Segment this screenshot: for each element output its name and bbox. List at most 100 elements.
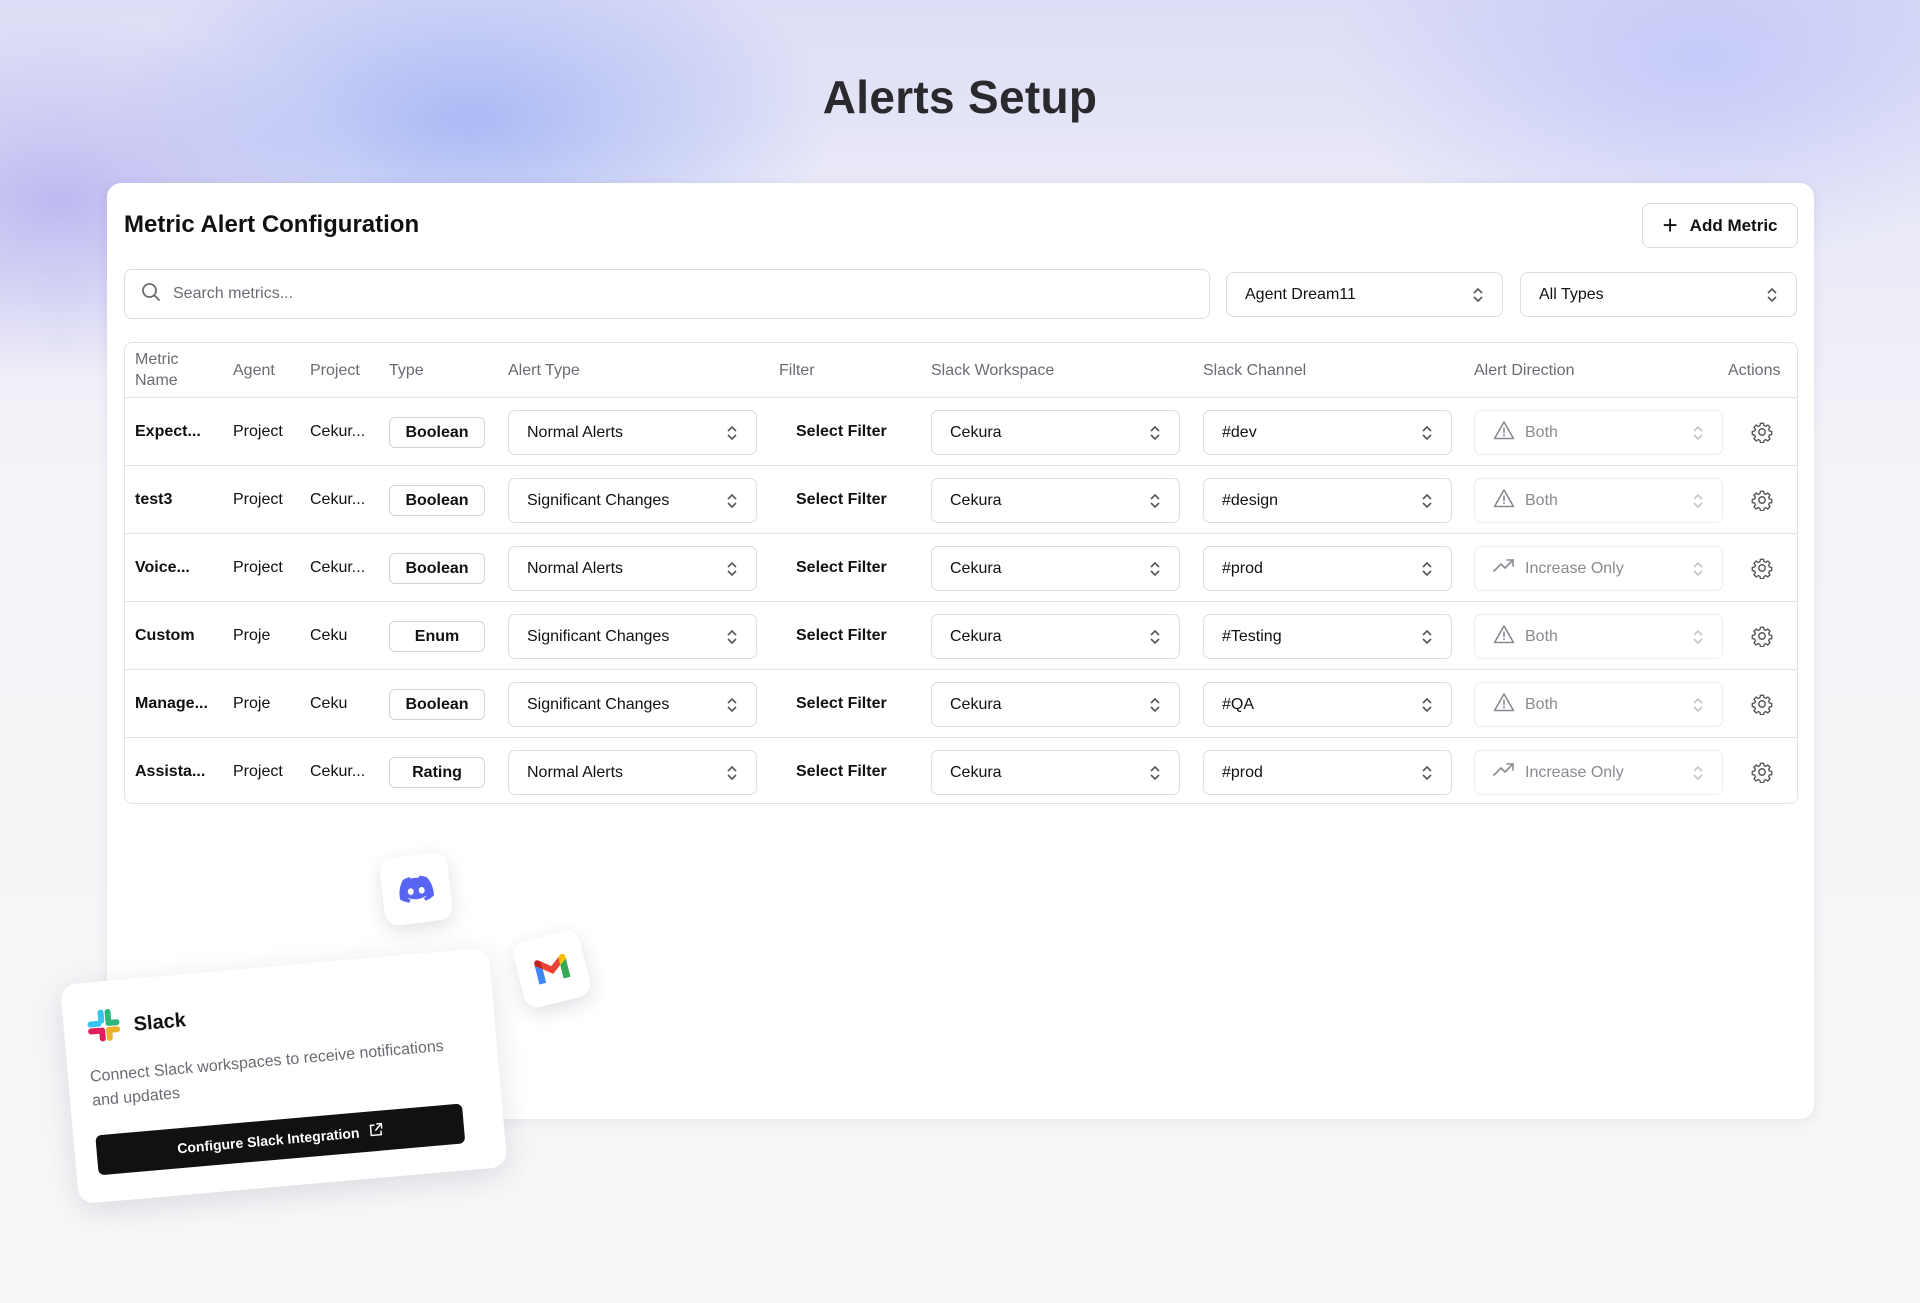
workspace-value: Cekura <box>950 423 1002 441</box>
table-row: test3 Project Cekur... Boolean Significa… <box>125 466 1797 534</box>
alert-direction-select[interactable]: Increase Only <box>1474 750 1723 795</box>
slack-channel-select[interactable]: #prod <box>1203 750 1452 795</box>
slack-channel-select[interactable]: #prod <box>1203 546 1452 591</box>
select-filter-button[interactable]: Select Filter <box>796 738 887 803</box>
trend-up-icon <box>1493 762 1515 783</box>
slack-channel-select[interactable]: #dev <box>1203 410 1452 455</box>
slack-logo-icon <box>84 1006 123 1050</box>
header-agent: Agent <box>233 362 275 379</box>
chevron-updown-icon <box>726 697 738 713</box>
metric-name-cell: Assista... <box>135 763 206 780</box>
metric-name-cell: test3 <box>135 491 173 508</box>
agent-cell: Project <box>233 559 283 576</box>
alert-type-select[interactable]: Significant Changes <box>508 478 757 523</box>
alert-type-value: Significant Changes <box>527 695 670 713</box>
alert-direction-select[interactable]: Increase Only <box>1474 546 1723 591</box>
alert-direction-select[interactable]: Both <box>1474 682 1723 727</box>
chevron-updown-icon <box>1421 493 1433 509</box>
alert-direction-select[interactable]: Both <box>1474 410 1723 455</box>
agent-cell: Project <box>233 423 283 440</box>
channel-value: #Testing <box>1222 627 1282 645</box>
gear-icon[interactable] <box>1751 557 1773 584</box>
slack-integration-card: Slack Connect Slack workspaces to receiv… <box>60 947 508 1205</box>
alert-type-value: Normal Alerts <box>527 559 624 577</box>
slack-workspace-select[interactable]: Cekura <box>931 478 1180 523</box>
select-filter-button[interactable]: Select Filter <box>796 466 887 534</box>
alert-type-select[interactable]: Normal Alerts <box>508 750 757 795</box>
header-metric-name: Metric Name <box>135 351 179 389</box>
type-filter-value: All Types <box>1539 285 1604 303</box>
slack-workspace-select[interactable]: Cekura <box>931 614 1180 659</box>
select-filter-button[interactable]: Select Filter <box>796 398 887 466</box>
header-slack-workspace: Slack Workspace <box>931 362 1055 379</box>
workspace-value: Cekura <box>950 559 1002 577</box>
header-actions: Actions <box>1728 362 1781 379</box>
direction-value: Both <box>1525 695 1558 713</box>
chevron-updown-icon <box>1692 697 1704 713</box>
table-row: Manage... Proje Ceku Boolean Significant… <box>125 670 1797 738</box>
alert-type-select[interactable]: Significant Changes <box>508 614 757 659</box>
table-row: Custom Proje Ceku Enum Significant Chang… <box>125 602 1797 670</box>
channel-value: #prod <box>1222 559 1263 577</box>
metric-name-cell: Expect... <box>135 423 201 440</box>
slack-workspace-select[interactable]: Cekura <box>931 410 1180 455</box>
select-filter-button[interactable]: Select Filter <box>796 534 887 602</box>
slack-workspace-select[interactable]: Cekura <box>931 682 1180 727</box>
agent-filter-select[interactable]: Agent Dream11 <box>1226 272 1503 317</box>
chevron-updown-icon <box>1692 561 1704 577</box>
chevron-updown-icon <box>1766 287 1778 303</box>
direction-value: Increase Only <box>1525 559 1624 577</box>
alert-type-select[interactable]: Normal Alerts <box>508 546 757 591</box>
slack-channel-select[interactable]: #QA <box>1203 682 1452 727</box>
gear-icon[interactable] <box>1751 625 1773 652</box>
warning-icon <box>1493 624 1515 649</box>
type-badge: Boolean <box>389 417 485 448</box>
select-filter-button[interactable]: Select Filter <box>796 602 887 670</box>
direction-value: Increase Only <box>1525 763 1624 781</box>
direction-value: Both <box>1525 423 1558 441</box>
project-cell: Cekur... <box>310 491 366 508</box>
select-filter-button[interactable]: Select Filter <box>796 670 887 738</box>
channel-value: #QA <box>1222 695 1255 713</box>
gear-icon[interactable] <box>1751 693 1773 720</box>
gear-icon[interactable] <box>1751 489 1773 516</box>
trend-up-icon <box>1493 558 1515 579</box>
alert-type-value: Significant Changes <box>527 627 670 645</box>
agent-cell: Proje <box>233 695 271 712</box>
gear-icon[interactable] <box>1751 761 1773 788</box>
alert-direction-select[interactable]: Both <box>1474 478 1723 523</box>
direction-value: Both <box>1525 491 1558 509</box>
slack-channel-select[interactable]: #Testing <box>1203 614 1452 659</box>
type-badge: Enum <box>389 621 485 652</box>
alert-direction-select[interactable]: Both <box>1474 614 1723 659</box>
table-row: Assista... Project Cekur... Rating Norma… <box>125 738 1797 803</box>
header-filter: Filter <box>779 362 815 379</box>
chevron-updown-icon <box>726 765 738 781</box>
alert-type-select[interactable]: Significant Changes <box>508 682 757 727</box>
agent-filter-value: Agent Dream11 <box>1245 285 1356 303</box>
slack-workspace-select[interactable]: Cekura <box>931 546 1180 591</box>
add-metric-label: Add Metric <box>1689 215 1778 235</box>
workspace-value: Cekura <box>950 763 1002 781</box>
chevron-updown-icon <box>1149 765 1161 781</box>
configure-slack-button[interactable]: Configure Slack Integration <box>95 1103 466 1176</box>
chevron-updown-icon <box>726 493 738 509</box>
slack-channel-select[interactable]: #design <box>1203 478 1452 523</box>
add-metric-button[interactable]: + Add Metric <box>1642 203 1798 248</box>
chevron-updown-icon <box>1149 629 1161 645</box>
search-input[interactable] <box>173 285 1073 303</box>
header-slack-channel: Slack Channel <box>1203 362 1307 379</box>
gear-icon[interactable] <box>1751 421 1773 448</box>
warning-icon <box>1493 692 1515 717</box>
alert-type-select[interactable]: Normal Alerts <box>508 410 757 455</box>
table-row: Voice... Project Cekur... Boolean Normal… <box>125 534 1797 602</box>
chevron-updown-icon <box>1421 425 1433 441</box>
warning-icon <box>1493 488 1515 513</box>
slack-workspace-select[interactable]: Cekura <box>931 750 1180 795</box>
type-filter-select[interactable]: All Types <box>1520 272 1797 317</box>
metric-name-cell: Custom <box>135 627 195 644</box>
chevron-updown-icon <box>1692 425 1704 441</box>
workspace-value: Cekura <box>950 627 1002 645</box>
project-cell: Cekur... <box>310 559 366 576</box>
agent-cell: Project <box>233 763 283 780</box>
